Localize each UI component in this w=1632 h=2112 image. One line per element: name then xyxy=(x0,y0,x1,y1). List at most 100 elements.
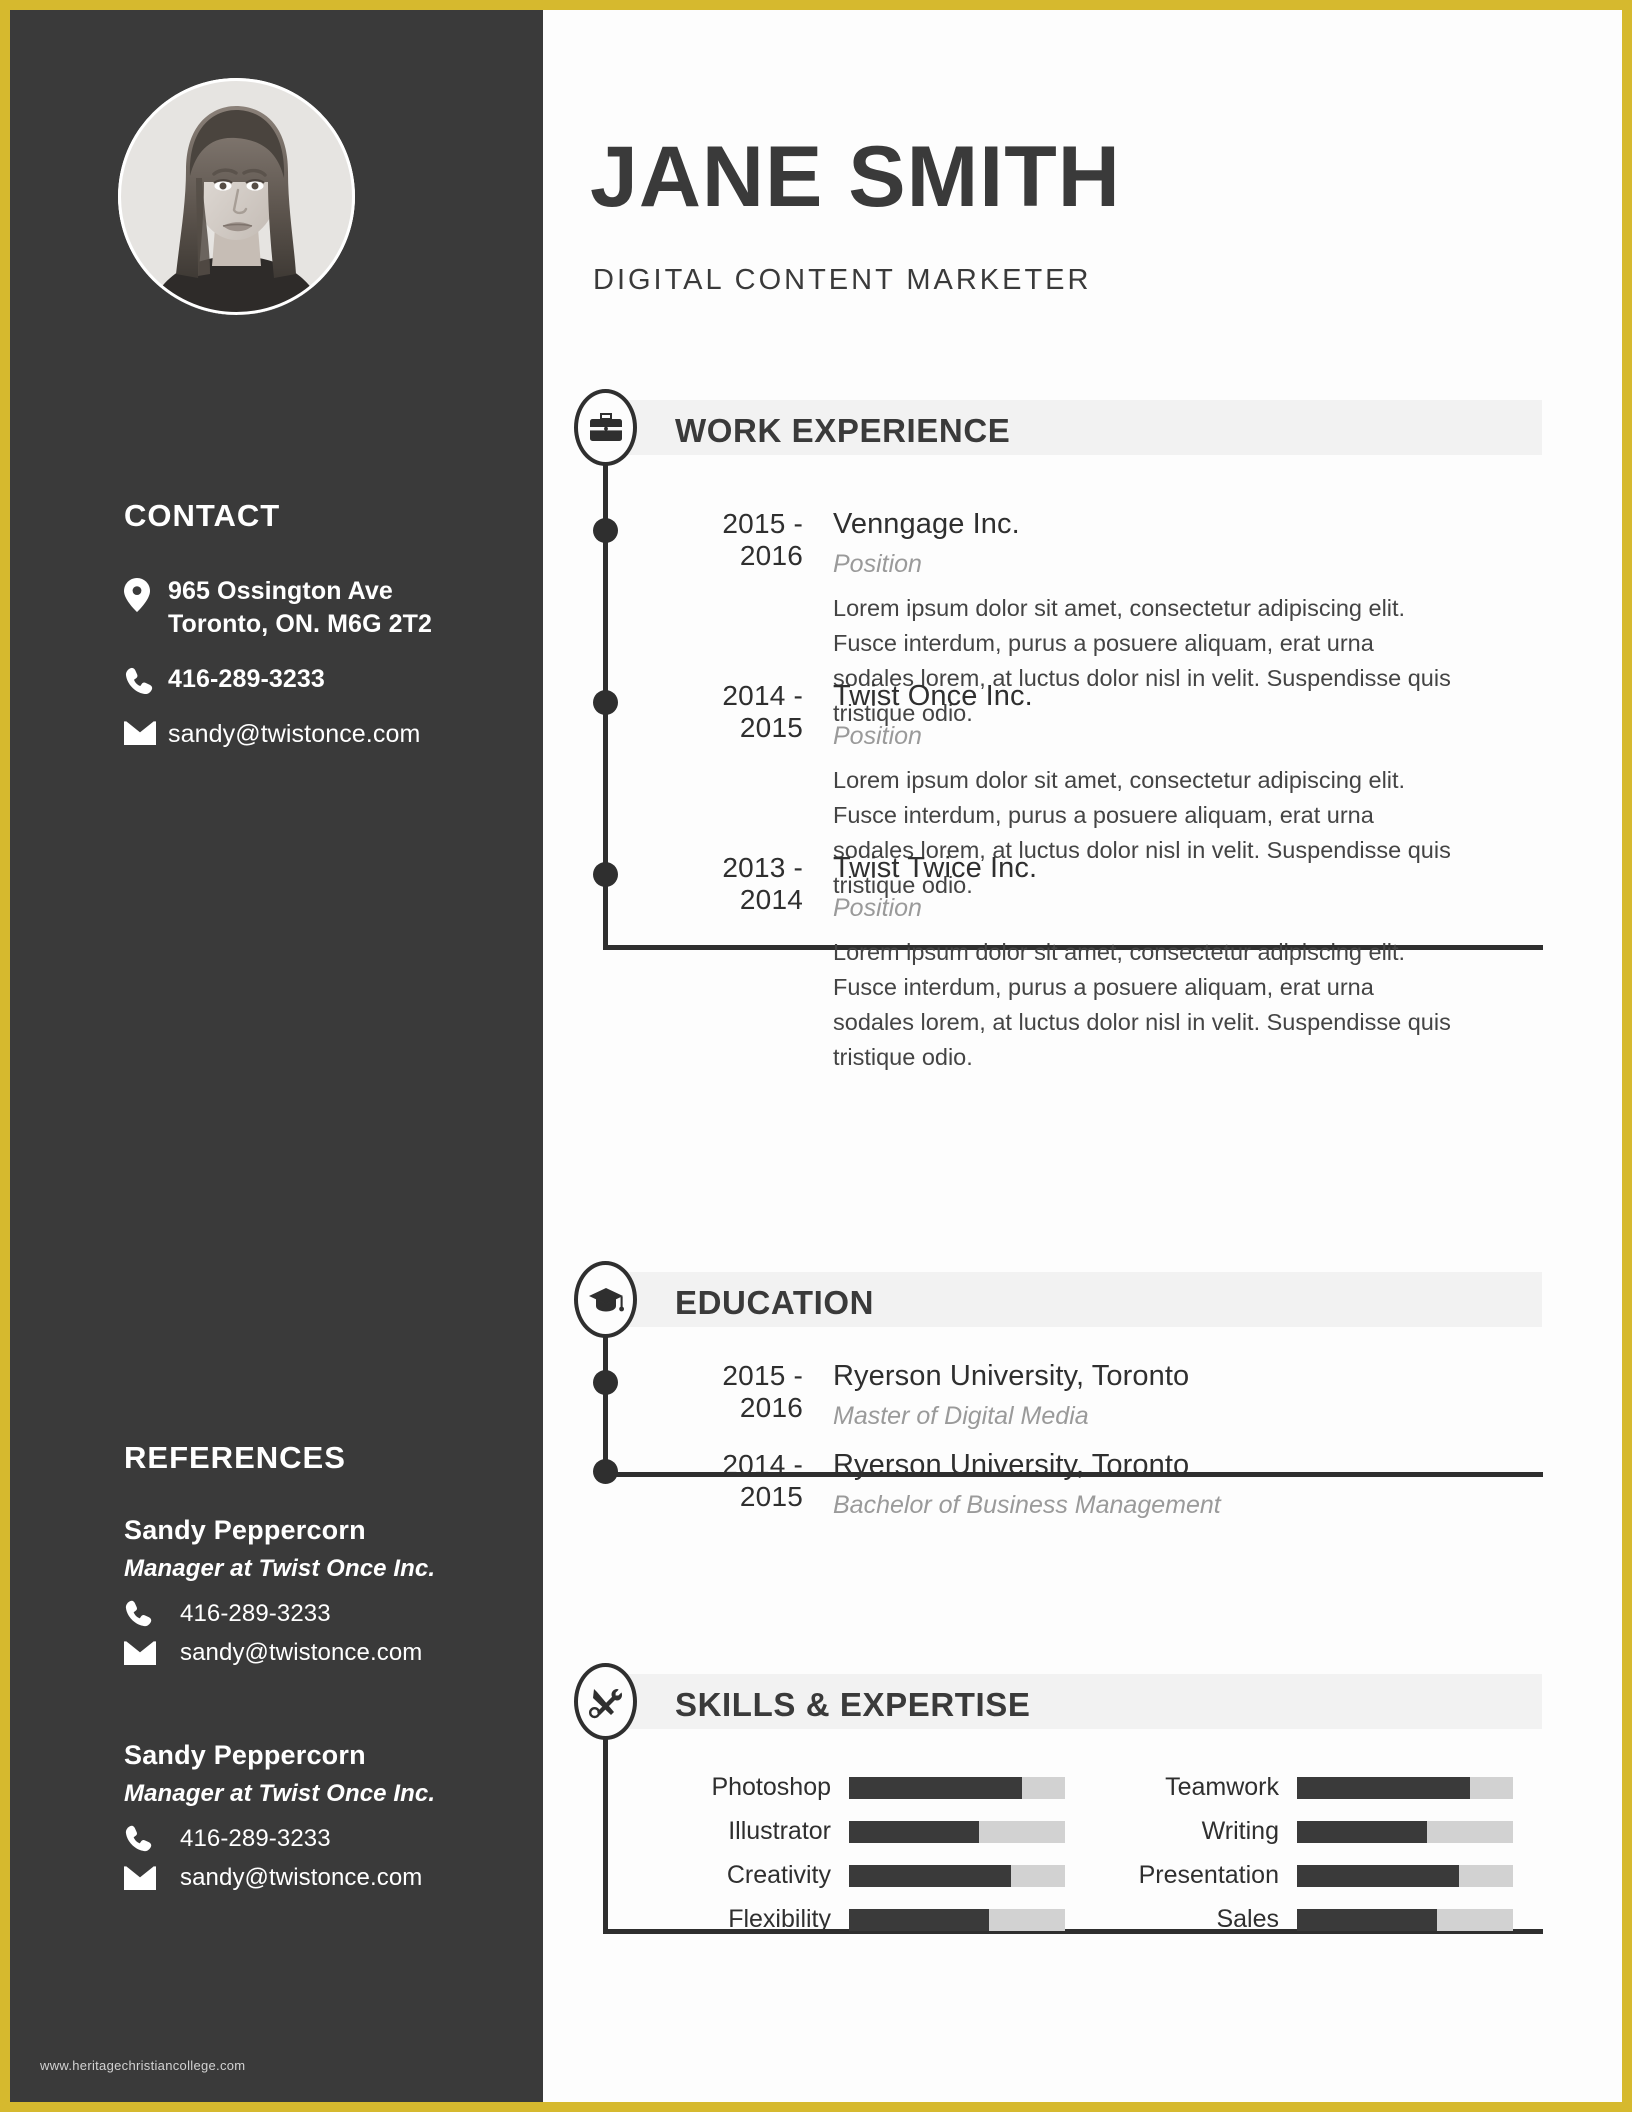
skill-row: Creativity xyxy=(655,1860,1075,1891)
reference-email-row: sandy@twistonce.com xyxy=(124,1861,524,1894)
graduation-cap-icon xyxy=(574,1261,637,1338)
skill-label: Teamwork xyxy=(1165,1773,1279,1801)
references-heading: REFERENCES xyxy=(124,1440,346,1475)
reference-email: sandy@twistonce.com xyxy=(180,1864,423,1891)
entry-description: Lorem ipsum dolor sit amet, consectetur … xyxy=(833,939,1451,1070)
entry-years: 2015 - 2016 xyxy=(722,1360,803,1423)
contact-item-email: sandy@twistonce.com xyxy=(124,718,524,751)
skill-row: Sales xyxy=(1103,1904,1523,1935)
envelope-icon xyxy=(124,1640,180,1665)
reference-item: Sandy Peppercorn Manager at Twist Once I… xyxy=(124,1515,524,1675)
phone-icon xyxy=(124,1824,180,1853)
contact-address: 965 Ossington Ave Toronto, ON. M6G 2T2 xyxy=(168,577,433,638)
skill-bar-fill xyxy=(849,1864,1011,1887)
section-title: EDUCATION xyxy=(675,1284,875,1321)
entry-position: Position xyxy=(833,722,922,750)
skill-bar-fill xyxy=(1297,1908,1438,1931)
skill-bar-fill xyxy=(849,1776,1022,1799)
skill-label: Flexibility xyxy=(728,1905,831,1933)
skill-row: Photoshop xyxy=(655,1772,1075,1803)
skill-bar-fill xyxy=(1297,1864,1459,1887)
skill-bar-track xyxy=(1297,1908,1513,1931)
skill-bar-fill xyxy=(1297,1776,1470,1799)
contact-phone: 416-289-3233 xyxy=(168,665,325,693)
reference-email-row: sandy@twistonce.com xyxy=(124,1636,524,1669)
skill-label: Sales xyxy=(1216,1905,1279,1933)
skill-label: Writing xyxy=(1201,1817,1279,1845)
skill-bar-track xyxy=(1297,1864,1513,1887)
skill-row: Writing xyxy=(1103,1816,1523,1847)
timeline-dot xyxy=(593,862,618,887)
skill-label: Creativity xyxy=(726,1861,831,1889)
skill-bar-track xyxy=(849,1864,1065,1887)
tools-icon xyxy=(574,1663,637,1740)
envelope-icon xyxy=(124,1865,180,1890)
contact-heading: CONTACT xyxy=(124,498,281,533)
skill-bar-track xyxy=(1297,1776,1513,1799)
page-title: JANE SMITH xyxy=(590,129,1121,225)
phone-icon xyxy=(124,663,168,696)
entry-organization: Twist Once Inc. xyxy=(833,680,1033,712)
entry-organization: Twist Twice Inc. xyxy=(833,852,1038,884)
resume-page: CONTACT 965 Ossington Ave Toronto, ON. M… xyxy=(0,0,1632,2112)
reference-email: sandy@twistonce.com xyxy=(180,1639,423,1666)
timeline-dot xyxy=(593,690,618,715)
skill-bar-track xyxy=(1297,1820,1513,1843)
entry-organization: Venngage Inc. xyxy=(833,508,1020,540)
section-title: WORK EXPERIENCE xyxy=(675,412,1011,449)
skill-bar-track xyxy=(849,1776,1065,1799)
sidebar: CONTACT 965 Ossington Ave Toronto, ON. M… xyxy=(10,10,543,2102)
skills-column-right: Teamwork Writing Presentation Sales xyxy=(1103,1772,1523,1948)
entry-position: Master of Digital Media xyxy=(833,1402,1089,1430)
reference-role: Manager at Twist Once Inc. xyxy=(124,1780,436,1807)
phone-icon xyxy=(124,1599,180,1628)
watermark: www.heritagechristiancollege.com xyxy=(40,2058,246,2073)
skill-row: Teamwork xyxy=(1103,1772,1523,1803)
reference-name: Sandy Peppercorn xyxy=(124,1740,366,1770)
entry-years: 2015 - 2016 xyxy=(722,508,803,571)
skill-bar-fill xyxy=(1297,1820,1427,1843)
skill-label: Presentation xyxy=(1138,1861,1279,1889)
entry-body: Twist Twice Inc. Position Lorem ipsum do… xyxy=(833,852,1453,1075)
skill-label: Photoshop xyxy=(711,1773,831,1801)
skill-row: Presentation xyxy=(1103,1860,1523,1891)
timeline-line xyxy=(603,1729,608,1934)
entry-years: 2014 - 2015 xyxy=(722,680,803,743)
reference-phone-row: 416-289-3233 xyxy=(124,1597,524,1630)
skill-bar-fill xyxy=(849,1908,990,1931)
entry-body: Ryerson University, Toronto Master of Di… xyxy=(833,1360,1453,1443)
reference-phone: 416-289-3233 xyxy=(180,1600,331,1627)
entry-years: 2013 - 2014 xyxy=(722,852,803,915)
portrait-photo xyxy=(118,78,355,315)
contact-list: 965 Ossington Ave Toronto, ON. M6G 2T2 4… xyxy=(124,575,524,773)
skill-bar-fill xyxy=(849,1820,979,1843)
entry-years: 2014 - 2015 xyxy=(722,1449,803,1512)
skill-bar-track xyxy=(849,1908,1065,1931)
contact-item-address: 965 Ossington Ave Toronto, ON. M6G 2T2 xyxy=(124,575,524,641)
briefcase-icon xyxy=(574,389,637,466)
envelope-icon xyxy=(124,718,168,745)
entry-body: Ryerson University, Toronto Bachelor of … xyxy=(833,1449,1453,1532)
main-content: JANE SMITH DIGITAL CONTENT MARKETER WORK… xyxy=(543,10,1622,2102)
entry-organization: Ryerson University, Toronto xyxy=(833,1360,1190,1392)
skills-column-left: Photoshop Illustrator Creativity Flexibi… xyxy=(655,1772,1075,1948)
reference-role: Manager at Twist Once Inc. xyxy=(124,1555,436,1582)
timeline-dot xyxy=(593,1459,618,1484)
section-title: SKILLS & EXPERTISE xyxy=(675,1686,1031,1723)
avatar xyxy=(118,78,355,315)
skill-row: Illustrator xyxy=(655,1816,1075,1847)
entry-position: Position xyxy=(833,894,922,922)
entry-organization: Ryerson University, Toronto xyxy=(833,1449,1190,1481)
contact-email: sandy@twistonce.com xyxy=(168,720,421,748)
timeline-line xyxy=(603,1327,608,1477)
location-pin-icon xyxy=(124,575,168,612)
reference-name: Sandy Peppercorn xyxy=(124,1515,366,1545)
timeline-dot xyxy=(593,518,618,543)
entry-position: Bachelor of Business Management xyxy=(833,1491,1221,1519)
reference-item: Sandy Peppercorn Manager at Twist Once I… xyxy=(124,1740,524,1900)
entry-position: Position xyxy=(833,550,922,578)
job-subtitle: DIGITAL CONTENT MARKETER xyxy=(593,264,1092,296)
skill-bar-track xyxy=(849,1820,1065,1843)
reference-phone: 416-289-3233 xyxy=(180,1825,331,1852)
skill-label: Illustrator xyxy=(728,1817,831,1845)
